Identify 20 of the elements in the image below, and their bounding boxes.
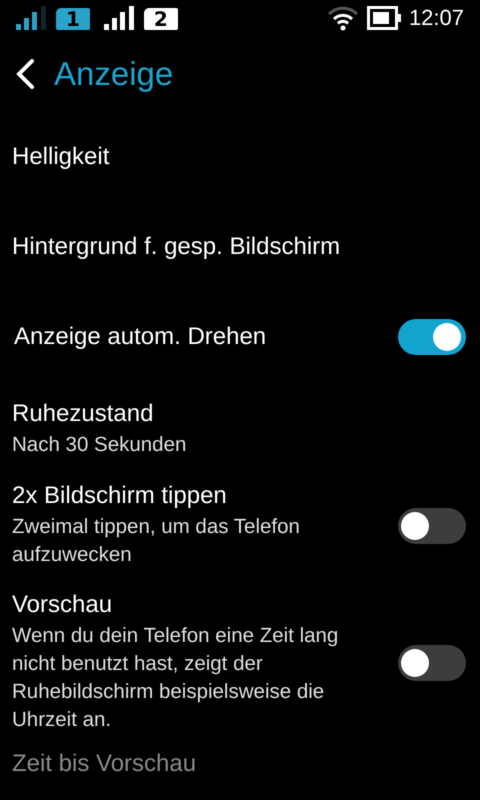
setting-title[interactable]: Hintergrund f. gesp. Bildschirm — [12, 233, 466, 261]
setting-title[interactable]: Ruhezustand — [12, 400, 466, 428]
wifi-icon — [326, 5, 359, 31]
battery-icon — [366, 6, 401, 30]
setting-title[interactable]: Zeit bis Vorschau — [12, 750, 466, 778]
sim-badge: 1 — [56, 8, 90, 30]
setting-summary: Nach 30 Sekunden — [12, 432, 188, 458]
setting-title[interactable]: Helligkeit — [12, 143, 466, 171]
toggle-switch[interactable] — [398, 319, 466, 355]
toggle-switch[interactable] — [398, 644, 466, 680]
setting-summary: Wenn du dein Telefon eine Zeit lang nicht benutzt hast, zeigt der Ruhebildschirm beispielsweise die Uhrzeit an. — [12, 623, 340, 733]
setting-title[interactable]: Vorschau — [12, 591, 386, 619]
setting-summary: Zweimal tippen, um das Telefon aufzuwecken — [12, 514, 301, 568]
back-button[interactable] — [14, 58, 36, 90]
page-title: Anzeige — [54, 55, 174, 93]
sim-badge: 2 — [144, 8, 178, 30]
setting-title[interactable]: 2x Bildschirm tippen — [12, 482, 386, 510]
setting-title[interactable]: Anzeige autom. Drehen — [14, 323, 386, 351]
clock: 12:07 — [408, 5, 464, 31]
toggle-switch[interactable] — [398, 508, 466, 544]
